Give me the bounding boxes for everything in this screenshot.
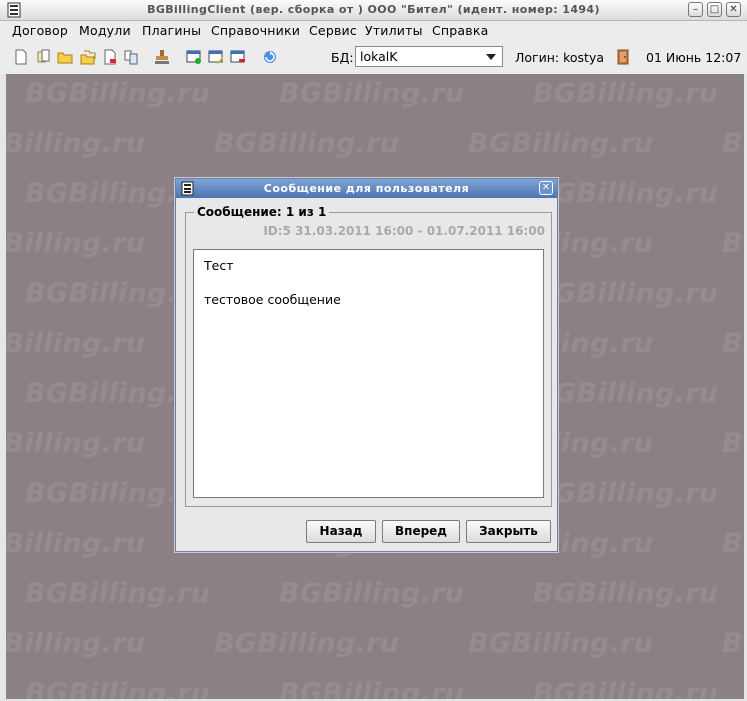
menu-contract[interactable]: Договор	[12, 23, 68, 38]
message-body: тестовое сообщение	[204, 292, 341, 307]
new-document-icon[interactable]	[13, 49, 29, 65]
watermark-text: BGBilling.ru	[25, 678, 211, 699]
toolbar: БД: lokalK Логин: kostya 01 Июнь 12:07	[0, 41, 747, 74]
watermark-text: BGBilling.ru	[722, 128, 744, 159]
watermark-text: BGBilling.ru	[722, 328, 744, 359]
menu-help[interactable]: Справка	[432, 23, 488, 38]
message-title: Тест	[204, 258, 234, 273]
window-edit-icon[interactable]	[208, 49, 224, 65]
watermark-text: BGBilling.ru	[533, 178, 719, 209]
watermark-text: BGBilling.ru	[533, 678, 719, 699]
refresh-icon[interactable]	[262, 49, 278, 65]
copy-document-icon[interactable]	[36, 49, 52, 65]
watermark-text: BGBilling.ru	[533, 578, 719, 609]
watermark-text: BGBilling.ru	[468, 128, 654, 159]
watermark-text: BGBilling.ru	[533, 478, 719, 509]
menu-service[interactable]: Сервис	[309, 23, 357, 38]
watermark-text: BGBilling.ru	[6, 528, 146, 559]
menu-bar: Договор Модули Плагины Справочники Серви…	[0, 21, 747, 41]
watermark-text: BGBilling.ru	[6, 128, 146, 159]
chevron-down-icon[interactable]	[486, 54, 496, 60]
watermark-text: BGBilling.ru	[279, 78, 465, 109]
stamp-icon[interactable]	[154, 49, 170, 65]
watermark-text: BGBilling.ru	[6, 428, 146, 459]
close-button[interactable]: ✕	[726, 2, 741, 17]
watermark-text: BGBilling.ru	[533, 78, 719, 109]
document-delete-icon[interactable]	[102, 49, 118, 65]
watermark-text: BGBilling.ru	[214, 128, 400, 159]
window-title: BGBillingClient (вер. сборка от ) ООО "Б…	[147, 3, 600, 16]
dialog-close-icon[interactable]: ✕	[539, 181, 553, 195]
menu-modules[interactable]: Модули	[79, 23, 131, 38]
dialog-titlebar[interactable]: Сообщение для пользователя ✕	[176, 179, 557, 198]
minimize-button[interactable]: –	[688, 2, 703, 17]
message-meta: ID:5 31.03.2011 16:00 - 01.07.2011 16:00	[263, 224, 545, 238]
watermark-text: BGBilling.ru	[6, 228, 146, 259]
watermark-text: BGBilling.ru	[722, 428, 744, 459]
folders-icon[interactable]	[80, 49, 96, 65]
watermark-text: BGBilling.ru	[25, 578, 211, 609]
menu-utilities[interactable]: Утилиты	[365, 23, 423, 38]
watermark-text: BGBilling.ru	[279, 578, 465, 609]
back-button[interactable]: Назад	[306, 520, 376, 543]
db-select[interactable]: lokalK	[355, 46, 503, 67]
open-folder-icon[interactable]	[57, 49, 73, 65]
window-titlebar[interactable]: BGBillingClient (вер. сборка от ) ООО "Б…	[0, 0, 747, 21]
window-add-icon[interactable]	[186, 49, 202, 65]
watermark-text: BGBilling.ru	[533, 278, 719, 309]
db-select-value: lokalK	[360, 49, 398, 64]
documents-icon[interactable]	[123, 49, 139, 65]
watermark-text: BGBilling.ru	[722, 228, 744, 259]
close-dialog-button[interactable]: Закрыть	[466, 520, 551, 543]
message-text-area[interactable]: Тест тестовое сообщение	[193, 249, 544, 498]
forward-button[interactable]: Вперед	[382, 520, 460, 543]
maximize-button[interactable]: □	[707, 2, 722, 17]
login-label: Логин: kostya	[515, 50, 605, 65]
watermark-text: BGBilling.ru	[722, 528, 744, 559]
exit-door-icon[interactable]	[616, 49, 632, 65]
watermark-text: BGBilling.ru	[214, 628, 400, 659]
menu-plugins[interactable]: Плагины	[142, 23, 201, 38]
watermark-text: BGBilling.ru	[468, 628, 654, 659]
watermark-text: BGBilling.ru	[279, 678, 465, 699]
watermark-text: BGBilling.ru	[25, 78, 211, 109]
menu-directories[interactable]: Справочники	[211, 23, 300, 38]
db-label: БД:	[331, 50, 354, 65]
watermark-text: BGBilling.ru	[6, 628, 146, 659]
watermark-text: BGBilling.ru	[533, 378, 719, 409]
watermark-text: BGBilling.ru	[722, 628, 744, 659]
message-counter: Сообщение: 1 из 1	[194, 205, 330, 219]
dialog-title: Сообщение для пользователя	[263, 182, 470, 195]
window-remove-icon[interactable]	[230, 49, 246, 65]
message-dialog: Сообщение для пользователя ✕ Сообщение: …	[175, 178, 558, 552]
watermark-text: BGBilling.ru	[6, 328, 146, 359]
datetime-label: 01 Июнь 12:07	[646, 50, 742, 65]
